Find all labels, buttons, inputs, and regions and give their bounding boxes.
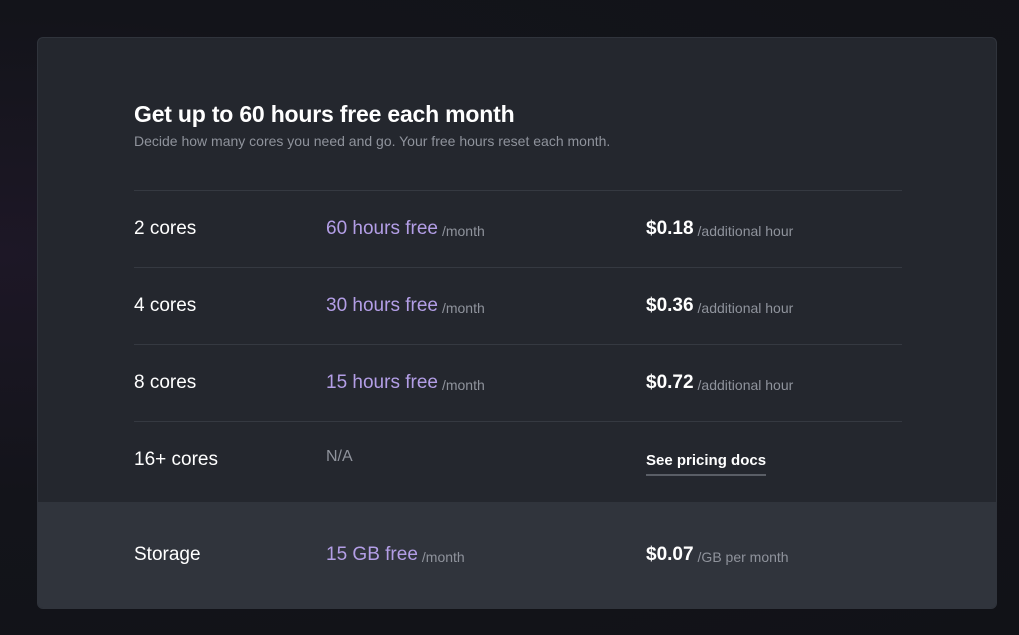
overage-price: $0.72 [646,372,694,393]
price-unit: /additional hour [697,223,794,239]
row-name: 2 cores [134,218,197,239]
storage-price-unit: /GB per month [697,549,789,565]
storage-section: Storage 15 GB free/month $0.07/GB per mo… [38,502,996,608]
row-name: 8 cores [134,372,197,393]
pricing-row-4-cores: 4 cores 30 hours free/month $0.36/additi… [134,267,902,344]
pricing-row-8-cores: 8 cores 15 hours free/month $0.72/additi… [134,344,902,421]
overage-price: $0.36 [646,295,694,316]
overage-price: $0.18 [646,218,694,239]
free-allowance: 30 hours free [326,295,438,316]
free-unit: /month [441,377,485,393]
see-pricing-docs-link[interactable]: See pricing docs [646,452,767,476]
not-available-label: N/A [326,448,353,465]
pricing-card: Get up to 60 hours free each month Decid… [37,37,997,609]
storage-free-allowance: 15 GB free [326,544,418,565]
free-unit: /month [441,223,485,239]
free-allowance: 15 hours free [326,372,438,393]
storage-name: Storage [134,544,201,565]
storage-free-unit: /month [421,549,465,565]
pricing-table: 2 cores 60 hours free/month $0.18/additi… [134,190,902,498]
row-name: 4 cores [134,295,197,316]
free-unit: /month [441,300,485,316]
price-unit: /additional hour [697,300,794,316]
page-title: Get up to 60 hours free each month [134,101,515,127]
storage-price: $0.07 [646,544,694,565]
pricing-row-16-cores: 16+ cores N/A See pricing docs [134,421,902,498]
price-unit: /additional hour [697,377,794,393]
free-allowance: 60 hours free [326,218,438,239]
pricing-header: Get up to 60 hours free each month Decid… [134,100,610,150]
pricing-row-2-cores: 2 cores 60 hours free/month $0.18/additi… [134,190,902,267]
row-name: 16+ cores [134,449,218,470]
page-subtitle: Decide how many cores you need and go. Y… [134,133,611,149]
